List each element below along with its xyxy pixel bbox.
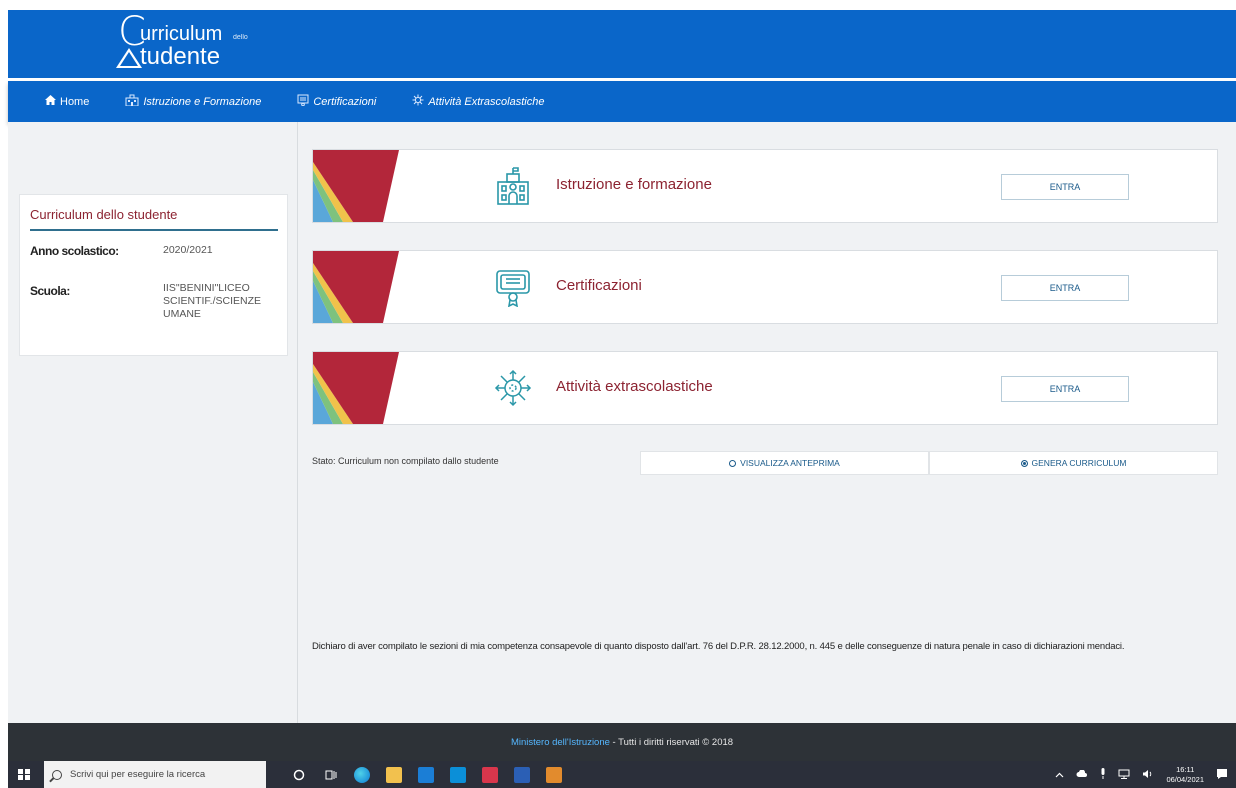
school-year-label: Anno scolastico:: [30, 244, 119, 258]
virus-activity-icon: [412, 94, 424, 109]
system-tray: 16:11 06/04/2021: [1055, 765, 1236, 785]
logo-line-1: urriculum: [140, 23, 223, 45]
taskbar-clock[interactable]: 16:11 06/04/2021: [1166, 765, 1204, 785]
enter-button-istruzione[interactable]: ENTRA: [1001, 174, 1129, 200]
ministry-link[interactable]: Ministero dell'Istruzione: [511, 737, 610, 748]
profile-title-underline: [30, 229, 278, 231]
windows-taskbar: Scrivi qui per eseguire la ricerca 16:11…: [8, 761, 1236, 788]
site-header: C urriculum dello tudente: [8, 10, 1236, 78]
notifications-icon[interactable]: [1216, 768, 1228, 782]
cloud-icon[interactable]: [1076, 768, 1088, 780]
generate-button-label: GENERA CURRICULUM: [1031, 458, 1127, 468]
home-icon: [45, 95, 56, 108]
office-app-icon[interactable]: [482, 766, 498, 783]
nav-item-label: Attività Extrascolastiche: [428, 95, 545, 108]
certificate-icon: [297, 94, 309, 109]
nav-item-home[interactable]: Home: [45, 95, 89, 108]
decorative-color-strip: [313, 150, 403, 222]
generate-curriculum-button[interactable]: GENERA CURRICULUM: [929, 451, 1218, 475]
decorative-color-strip: [313, 251, 403, 323]
profile-card-title: Curriculum dello studente: [30, 207, 178, 222]
logo-triangle-icon: [116, 48, 142, 68]
curriculum-studente-logo[interactable]: C urriculum dello tudente: [112, 12, 272, 74]
decorative-color-strip: [313, 352, 403, 424]
microphone-icon[interactable]: [1100, 768, 1106, 781]
nav-item-label: Certificazioni: [313, 95, 377, 108]
taskbar-search-placeholder: Scrivi qui per eseguire la ricerca: [70, 769, 206, 780]
volume-icon[interactable]: [1142, 769, 1154, 781]
eye-icon: [729, 459, 737, 467]
enter-button-attivita[interactable]: ENTRA: [1001, 376, 1129, 402]
activity-network-icon: [493, 368, 533, 408]
footer-rights: - Tutti i diritti riservati © 2018: [609, 736, 734, 748]
logo-line-2: tudente: [140, 43, 221, 70]
section-card-istruzione: Istruzione e formazione ENTRA: [312, 149, 1218, 223]
app-icon[interactable]: [546, 766, 562, 783]
taskbar-search-box[interactable]: Scrivi qui per eseguire la ricerca: [44, 761, 266, 788]
school-building-icon: [493, 166, 533, 206]
curriculum-status: Stato: Curriculum non compilato dallo st…: [312, 456, 499, 466]
edge-browser-icon[interactable]: [354, 766, 370, 783]
nav-item-label: Istruzione e Formazione: [143, 95, 262, 108]
preview-button-label: VISUALIZZA ANTEPRIMA: [740, 458, 840, 468]
section-title: Istruzione e formazione: [556, 176, 712, 193]
search-icon: [52, 769, 62, 780]
logo-dello: dello: [233, 34, 248, 41]
school-value: IIS"BENINI"LICEO SCIENTIF./SCIENZE UMANE: [163, 282, 262, 320]
store-icon[interactable]: [418, 766, 434, 783]
preview-button[interactable]: VISUALIZZA ANTEPRIMA: [640, 451, 929, 475]
enter-button-certificazioni[interactable]: ENTRA: [1001, 275, 1129, 301]
cortana-icon[interactable]: [290, 766, 308, 784]
task-view-icon[interactable]: [322, 766, 340, 784]
school-building-icon: [125, 94, 139, 109]
student-profile-card: Curriculum dello studente Anno scolastic…: [19, 194, 288, 356]
section-title: Attività extrascolastiche: [556, 378, 713, 395]
mail-icon[interactable]: [450, 766, 466, 783]
clock-date: 06/04/2021: [1166, 774, 1204, 784]
section-title: Certificazioni: [556, 277, 642, 294]
nav-item-label: Home: [60, 95, 90, 108]
word-icon[interactable]: [514, 766, 530, 783]
school-year-value: 2020/2021: [163, 244, 213, 256]
section-card-certificazioni: Certificazioni ENTRA: [312, 250, 1218, 324]
windows-start-icon[interactable]: [18, 768, 30, 781]
nav-item-attivita[interactable]: Attività Extrascolastiche: [412, 94, 544, 109]
school-label: Scuola:: [30, 284, 70, 298]
site-footer: Ministero dell'Istruzione - Tutti i diri…: [8, 723, 1236, 761]
clock-time: 16:11: [1176, 764, 1195, 774]
main-nav: Home Istruzione e Formazione Certificazi…: [8, 81, 1236, 122]
file-explorer-icon[interactable]: [386, 766, 402, 783]
browser-page: C urriculum dello tudente Home Istruzion…: [0, 0, 1236, 788]
declaration-text: Dichiaro di aver compilato le sezioni di…: [312, 641, 1125, 652]
nav-item-istruzione[interactable]: Istruzione e Formazione: [125, 94, 261, 109]
nav-item-certificazioni[interactable]: Certificazioni: [297, 94, 376, 109]
network-icon[interactable]: [1118, 769, 1130, 781]
chevron-up-icon[interactable]: [1055, 770, 1064, 780]
section-card-attivita: Attività extrascolastiche ENTRA: [312, 351, 1218, 425]
certificate-icon: [493, 267, 533, 308]
eye-icon: [1020, 459, 1028, 467]
